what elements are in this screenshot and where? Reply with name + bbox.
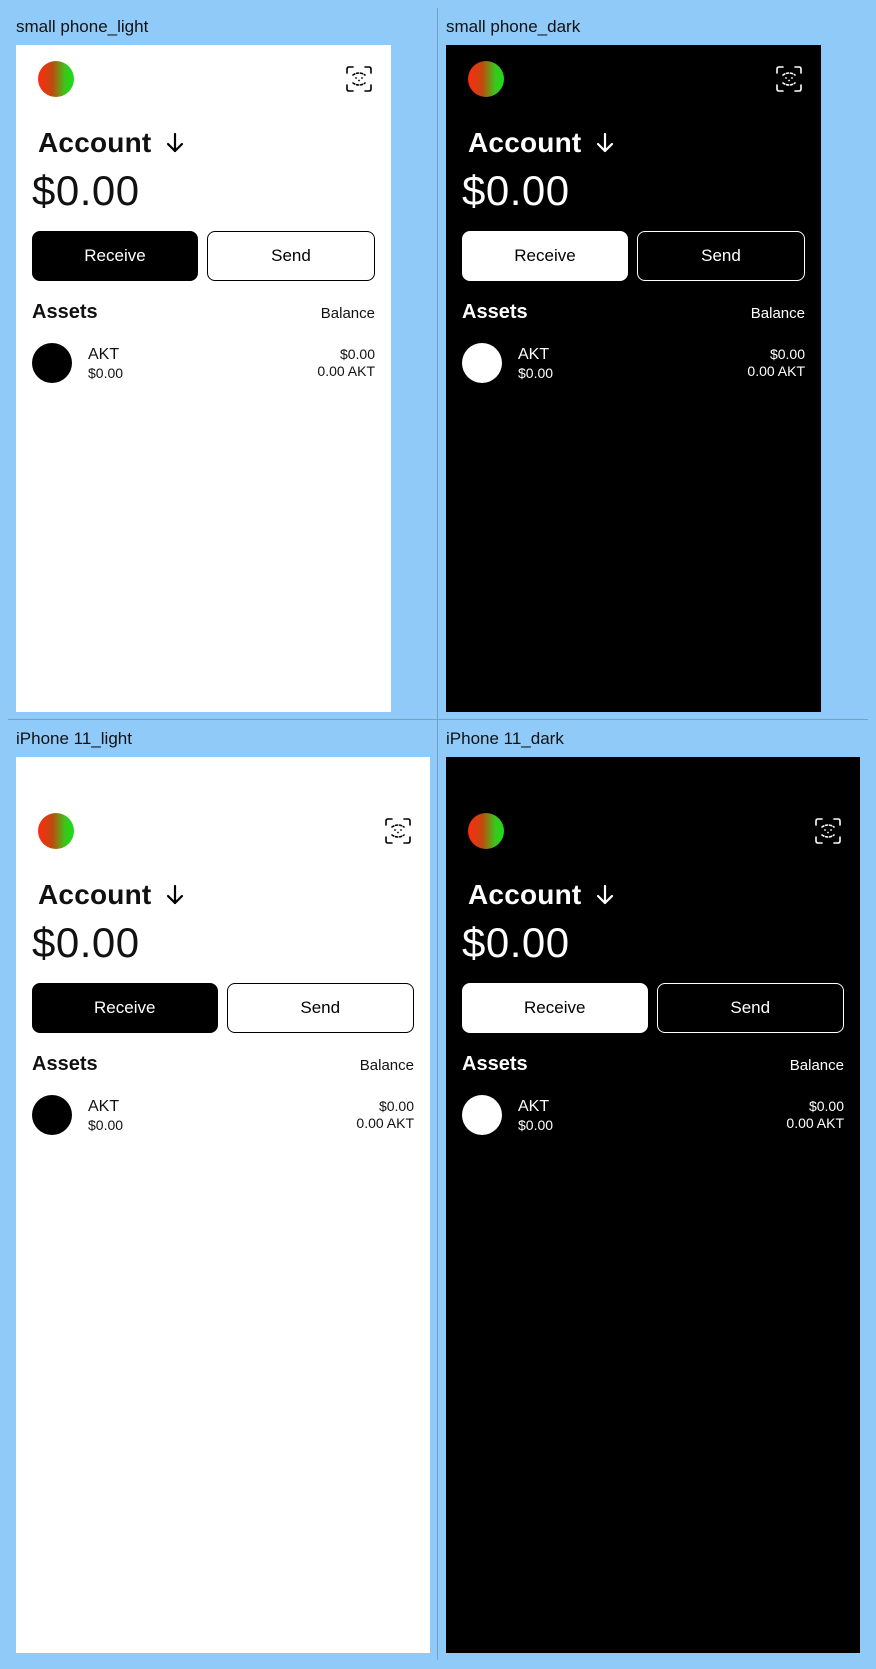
assets-header: Assets Balance <box>462 301 805 324</box>
asset-amount-usd: $0.00 <box>769 346 805 362</box>
asset-row-akt[interactable]: AKT $0.00 $0.00 0.00 AKT <box>462 343 805 383</box>
asset-amount-usd: $0.00 <box>378 1098 414 1114</box>
asset-amount-token: 0.00 AKT <box>317 363 375 379</box>
account-title: Account <box>468 127 582 158</box>
qr-scan-icon[interactable] <box>345 65 373 93</box>
frame-label-iphone-light: iPhone 11_light <box>16 729 132 748</box>
receive-button[interactable]: Receive <box>462 983 648 1033</box>
phone-frame-small-light: Account $0.00 Receive Send Assets Balanc… <box>16 45 391 712</box>
asset-amount-token: 0.00 AKT <box>747 363 805 379</box>
phone-frame-iphone-light: Account $0.00 Receive Send Assets Balanc… <box>16 757 430 1653</box>
balance-column-header: Balance <box>320 305 375 322</box>
account-selector[interactable]: Account <box>38 127 187 159</box>
qr-scan-icon[interactable] <box>814 817 842 845</box>
account-title: Account <box>38 127 152 158</box>
assets-header: Assets Balance <box>462 1053 844 1076</box>
send-button[interactable]: Send <box>226 983 414 1033</box>
asset-row-akt[interactable]: AKT $0.00 $0.00 0.00 AKT <box>32 1095 414 1135</box>
horizontal-divider <box>8 719 868 720</box>
send-button[interactable]: Send <box>207 231 375 281</box>
account-avatar[interactable] <box>468 813 504 849</box>
assets-title: Assets <box>32 1053 98 1075</box>
vertical-divider <box>437 8 438 1660</box>
arrow-down-icon <box>163 883 187 907</box>
asset-row-akt[interactable]: AKT $0.00 $0.00 0.00 AKT <box>32 343 375 383</box>
account-avatar[interactable] <box>38 61 74 97</box>
action-buttons: Receive Send <box>32 231 375 281</box>
asset-amount-token: 0.00 AKT <box>786 1115 844 1131</box>
receive-button[interactable]: Receive <box>462 231 628 281</box>
balance-column-header: Balance <box>359 1057 414 1074</box>
asset-name: AKT <box>518 1097 550 1115</box>
assets-title: Assets <box>462 301 528 323</box>
token-icon <box>32 1095 72 1135</box>
asset-usd-value: $0.00 <box>88 364 124 381</box>
qr-scan-icon[interactable] <box>775 65 803 93</box>
action-buttons: Receive Send <box>462 231 805 281</box>
arrow-down-icon <box>593 131 617 155</box>
arrow-down-icon <box>163 131 187 155</box>
token-icon <box>462 343 502 383</box>
asset-usd-value: $0.00 <box>518 364 554 381</box>
asset-amount-token: 0.00 AKT <box>356 1115 414 1131</box>
frame-label-small-light: small phone_light <box>16 17 149 36</box>
asset-name: AKT <box>88 345 120 363</box>
send-button[interactable]: Send <box>637 231 805 281</box>
asset-name: AKT <box>518 345 550 363</box>
phone-frame-small-dark: Account $0.00 Receive Send Assets Balanc… <box>446 45 821 712</box>
assets-title: Assets <box>32 301 98 323</box>
total-balance: $0.00 <box>462 919 570 966</box>
account-title: Account <box>38 879 152 910</box>
arrow-down-icon <box>593 883 617 907</box>
asset-name: AKT <box>88 1097 120 1115</box>
assets-header: Assets Balance <box>32 301 375 324</box>
account-selector[interactable]: Account <box>468 879 617 911</box>
account-selector[interactable]: Account <box>38 879 187 911</box>
token-icon <box>462 1095 502 1135</box>
account-selector[interactable]: Account <box>468 127 617 159</box>
total-balance: $0.00 <box>32 167 140 214</box>
qr-scan-icon[interactable] <box>384 817 412 845</box>
asset-row-akt[interactable]: AKT $0.00 $0.00 0.00 AKT <box>462 1095 844 1135</box>
token-icon <box>32 343 72 383</box>
asset-usd-value: $0.00 <box>88 1116 124 1133</box>
action-buttons: Receive Send <box>462 983 844 1033</box>
phone-frame-iphone-dark: Account $0.00 Receive Send Assets Balanc… <box>446 757 860 1653</box>
account-avatar[interactable] <box>38 813 74 849</box>
total-balance: $0.00 <box>32 919 140 966</box>
balance-column-header: Balance <box>789 1057 844 1074</box>
frame-label-iphone-dark: iPhone 11_dark <box>446 729 564 748</box>
frame-label-small-dark: small phone_dark <box>446 17 581 36</box>
assets-header: Assets Balance <box>32 1053 414 1076</box>
receive-button[interactable]: Receive <box>32 231 198 281</box>
total-balance: $0.00 <box>462 167 570 214</box>
asset-usd-value: $0.00 <box>518 1116 554 1133</box>
send-button[interactable]: Send <box>656 983 844 1033</box>
receive-button[interactable]: Receive <box>32 983 218 1033</box>
account-title: Account <box>468 879 582 910</box>
balance-column-header: Balance <box>750 305 805 322</box>
asset-amount-usd: $0.00 <box>339 346 375 362</box>
account-avatar[interactable] <box>468 61 504 97</box>
asset-amount-usd: $0.00 <box>808 1098 844 1114</box>
action-buttons: Receive Send <box>32 983 414 1033</box>
assets-title: Assets <box>462 1053 528 1075</box>
